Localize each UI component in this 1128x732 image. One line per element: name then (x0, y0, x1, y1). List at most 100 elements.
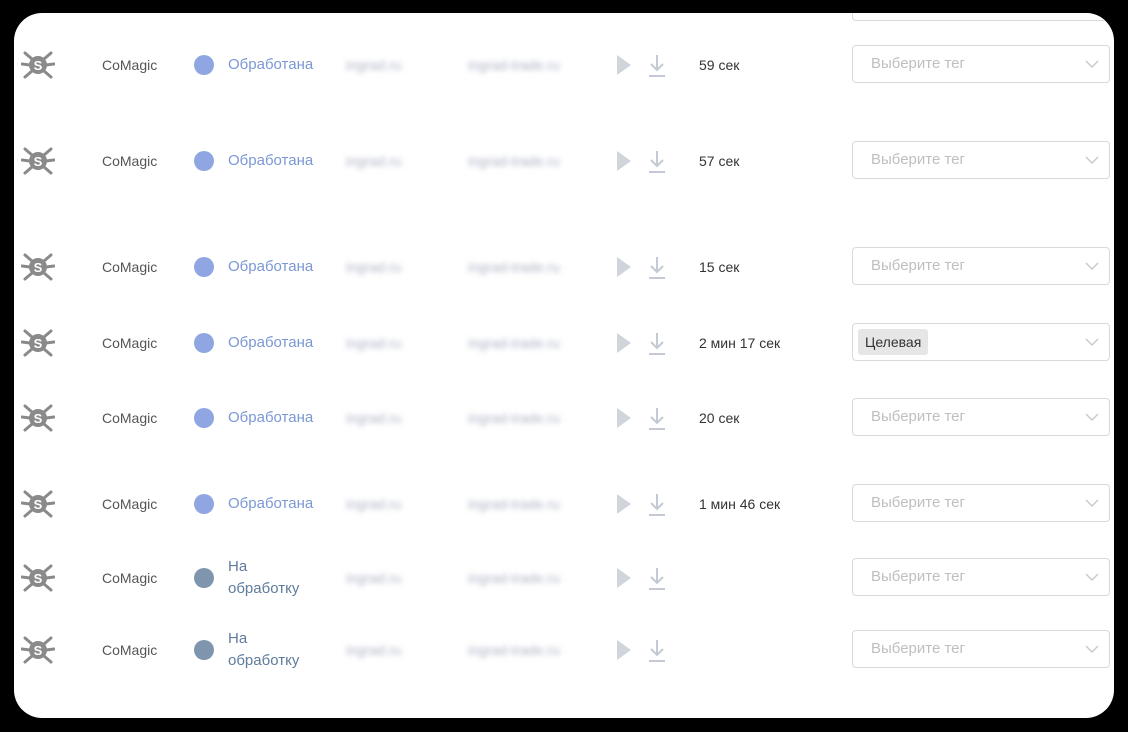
chevron-down-icon[interactable] (1084, 410, 1100, 429)
screen-frame: S CoMagic Обработана ingrad.ru ingrad-tr… (14, 13, 1114, 718)
source-label: CoMagic (102, 496, 158, 512)
site-blurred: ingrad.ru (346, 259, 402, 275)
tag-select[interactable]: Выберите тег (852, 484, 1110, 522)
play-icon[interactable] (615, 255, 633, 284)
source-label: CoMagic (102, 335, 158, 351)
status-dot (194, 151, 214, 171)
tag-select[interactable]: Целевая (852, 323, 1110, 361)
chevron-down-icon[interactable] (1084, 259, 1100, 278)
tag-select[interactable]: Выберите тег (852, 45, 1110, 83)
chevron-down-icon[interactable] (1084, 570, 1100, 589)
bug-s-icon: S (20, 490, 56, 518)
svg-text:S: S (34, 497, 43, 512)
chevron-down-icon[interactable] (1084, 153, 1100, 172)
download-icon[interactable] (647, 406, 667, 437)
call-duration: 59 сек (699, 57, 740, 73)
download-icon[interactable] (647, 53, 667, 84)
bug-s-icon: S (20, 253, 56, 281)
status-link[interactable]: Обработана (228, 141, 313, 181)
table-row: S CoMagic Обработана ingrad.ru ingrad-tr… (14, 45, 1114, 85)
status-link[interactable]: Обработана (228, 323, 313, 363)
tag-select[interactable]: Выберите тег (852, 398, 1110, 436)
play-icon[interactable] (615, 638, 633, 667)
domain-blurred: ingrad-trade.ru (468, 57, 560, 73)
status-link[interactable]: На обработку (228, 558, 299, 598)
chevron-down-icon[interactable] (1084, 335, 1100, 354)
source-label: CoMagic (102, 57, 158, 73)
status-dot (194, 640, 214, 660)
chevron-down-icon[interactable] (1084, 642, 1100, 661)
download-icon[interactable] (647, 331, 667, 362)
site-blurred: ingrad.ru (346, 57, 402, 73)
bug-s-icon: S (20, 147, 56, 175)
tag-chip[interactable]: Целевая (858, 329, 929, 355)
site-blurred: ingrad.ru (346, 570, 402, 586)
status-link[interactable]: На обработку (228, 630, 299, 670)
status-dot (194, 333, 214, 353)
status-link[interactable]: Обработана (228, 247, 313, 287)
svg-text:S: S (34, 336, 43, 351)
download-icon[interactable] (647, 638, 667, 669)
source-label: CoMagic (102, 153, 158, 169)
call-duration: 1 мин 46 сек (699, 496, 781, 512)
site-blurred: ingrad.ru (346, 496, 402, 512)
source-label: CoMagic (102, 259, 158, 275)
site-blurred: ingrad.ru (346, 335, 402, 351)
status-dot (194, 494, 214, 514)
status-link[interactable]: Обработана (228, 484, 313, 524)
bug-s-icon: S (20, 564, 56, 592)
tag-select[interactable]: Выберите тег (852, 558, 1110, 596)
tag-select[interactable]: Выберите тег (852, 247, 1110, 285)
play-icon[interactable] (615, 406, 633, 435)
download-icon[interactable] (647, 149, 667, 180)
play-icon[interactable] (615, 566, 633, 595)
svg-text:S: S (34, 154, 43, 169)
chevron-down-icon[interactable] (1084, 57, 1100, 76)
play-icon[interactable] (615, 492, 633, 521)
play-icon[interactable] (615, 149, 633, 178)
bug-s-icon: S (20, 404, 56, 432)
partial-tag-select[interactable] (852, 13, 1112, 21)
bug-s-icon: S (20, 329, 56, 357)
site-blurred: ingrad.ru (346, 642, 402, 658)
download-icon[interactable] (647, 492, 667, 523)
tag-placeholder: Выберите тег (871, 408, 965, 425)
domain-blurred: ingrad-trade.ru (468, 642, 560, 658)
tag-placeholder: Выберите тег (871, 151, 965, 168)
tag-select[interactable]: Выберите тег (852, 630, 1110, 668)
tag-placeholder: Выберите тег (871, 55, 965, 72)
domain-blurred: ingrad-trade.ru (468, 259, 560, 275)
bug-s-icon: S (20, 51, 56, 79)
play-icon[interactable] (615, 331, 633, 360)
svg-text:S: S (34, 260, 43, 275)
status-link[interactable]: Обработана (228, 398, 313, 438)
tag-placeholder: Выберите тег (871, 494, 965, 511)
download-icon[interactable] (647, 255, 667, 286)
svg-text:S: S (34, 58, 43, 73)
tag-select[interactable]: Выберите тег (852, 141, 1110, 179)
chevron-down-icon[interactable] (1084, 496, 1100, 515)
status-link[interactable]: Обработана (228, 45, 313, 85)
svg-text:S: S (34, 571, 43, 586)
table-row: S CoMagic На обработку ingrad.ru ingrad-… (14, 558, 1114, 598)
call-duration: 20 сек (699, 410, 740, 426)
table-row: S CoMagic На обработку ingrad.ru ingrad-… (14, 630, 1114, 670)
status-dot (194, 568, 214, 588)
svg-text:S: S (34, 411, 43, 426)
source-label: CoMagic (102, 642, 158, 658)
domain-blurred: ingrad-trade.ru (468, 335, 560, 351)
status-dot (194, 257, 214, 277)
table-row: S CoMagic Обработана ingrad.ru ingrad-tr… (14, 398, 1114, 438)
status-dot (194, 408, 214, 428)
status-dot (194, 55, 214, 75)
call-duration: 57 сек (699, 153, 740, 169)
play-icon[interactable] (615, 53, 633, 82)
site-blurred: ingrad.ru (346, 153, 402, 169)
download-icon[interactable] (647, 566, 667, 597)
source-label: CoMagic (102, 410, 158, 426)
svg-text:S: S (34, 643, 43, 658)
domain-blurred: ingrad-trade.ru (468, 410, 560, 426)
call-duration: 15 сек (699, 259, 740, 275)
source-label: CoMagic (102, 570, 158, 586)
call-duration: 2 мин 17 сек (699, 335, 781, 351)
